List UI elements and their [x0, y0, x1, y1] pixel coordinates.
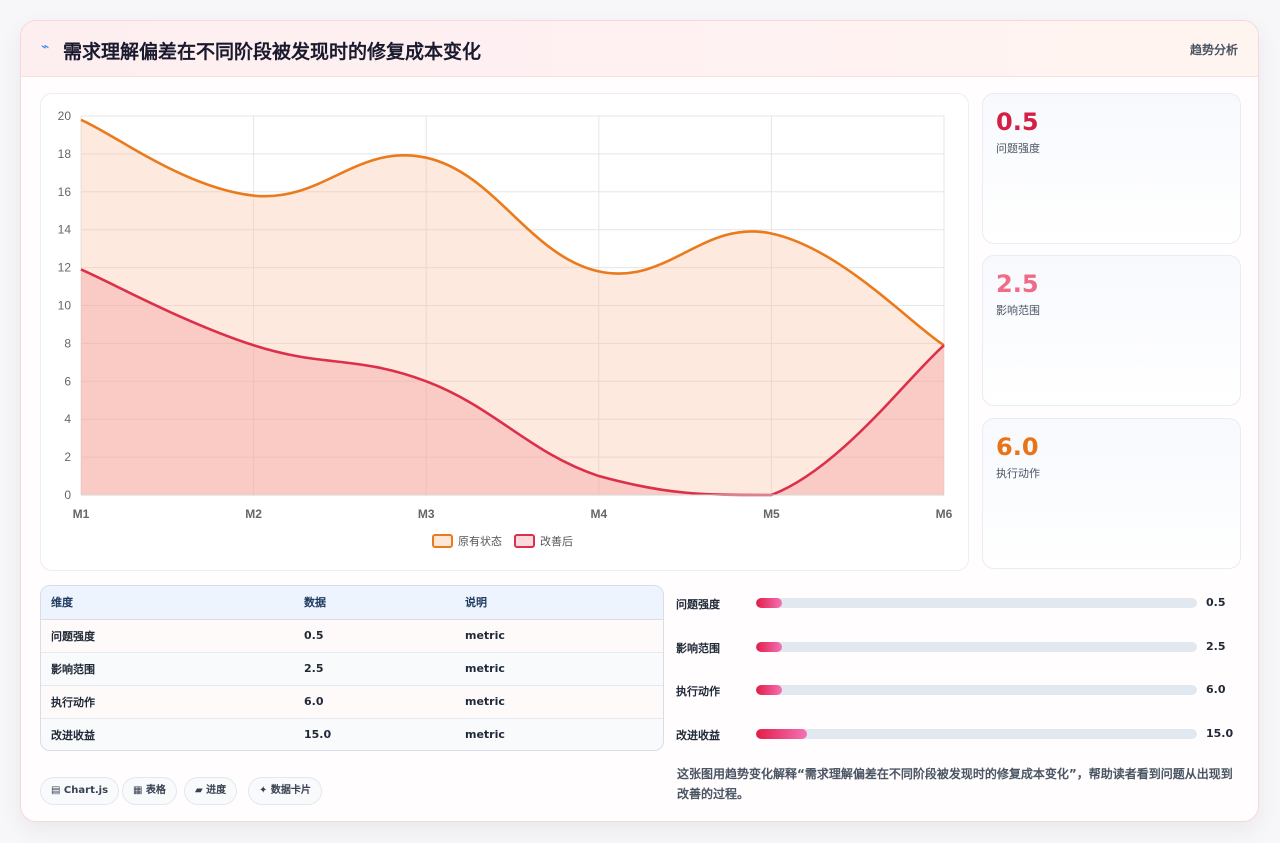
stat-card-scope: 2.5 影响范围: [982, 255, 1241, 406]
chip-data-card[interactable]: ✦ 数据卡片: [248, 777, 322, 805]
table-cell: 执行动作: [41, 685, 294, 719]
area-chart: 0 2 4 6 8 10 12 14 16 18 20 M1 M2 M3 M4 M5 M6 原有状态 改善后: [58, 109, 953, 548]
x-tick-label: M1: [73, 507, 90, 521]
progress-list: 问题强度 0.5 影响范围 2.5 执行动作 6.0 改进收益 15.0: [676, 589, 1246, 759]
y-tick-label: 2: [64, 450, 71, 464]
table-cell: 影响范围: [41, 652, 294, 686]
table-cell: 问题强度: [41, 619, 294, 653]
category-tag: 趋势分析: [1189, 43, 1238, 57]
table-cell: 改进收益: [41, 718, 294, 750]
progress-fill: [756, 598, 783, 608]
stat-card-action: 6.0 执行动作: [982, 418, 1241, 569]
progress-value: 15.0: [1206, 727, 1234, 740]
y-tick-label: 18: [58, 147, 72, 161]
progress-row: 影响范围 2.5: [676, 637, 1246, 657]
x-tick-label: M6: [936, 507, 953, 521]
table-row: 改进收益 15.0 metric: [41, 718, 663, 750]
progress-fill: [756, 729, 807, 739]
legend-label: 原有状态: [458, 534, 502, 548]
column-header: 数据: [294, 586, 455, 620]
progress-label: 问题强度: [676, 598, 720, 611]
chip-chartjs[interactable]: ▤ Chart.js: [40, 777, 120, 805]
x-tick-label: M5: [763, 507, 780, 521]
table-row: 问题强度 0.5 metric: [41, 619, 663, 653]
column-header: 说明: [455, 586, 663, 620]
y-tick-label: 20: [58, 109, 72, 123]
data-table: 维度 数据 说明 问题强度 0.5 metric 影响范围 2.5 metric…: [40, 585, 664, 751]
y-tick-label: 12: [58, 261, 72, 275]
y-tick-label: 10: [58, 299, 72, 313]
stat-value: 6.0: [996, 433, 1039, 461]
y-tick-label: 8: [64, 336, 71, 350]
x-tick-label: M2: [245, 507, 262, 521]
y-tick-label: 14: [58, 223, 72, 237]
stat-value: 0.5: [996, 108, 1039, 136]
table-header-row: 维度 数据 说明: [41, 586, 663, 620]
progress-track: [756, 685, 1197, 695]
progress-value: 0.5: [1206, 596, 1226, 609]
table-cell: 15.0: [294, 718, 455, 750]
progress-value: 6.0: [1206, 683, 1226, 696]
page-title: 需求理解偏差在不同阶段被发现时的修复成本变化: [63, 41, 482, 63]
progress-fill: [756, 642, 783, 652]
stat-value: 2.5: [996, 270, 1039, 298]
table-cell: metric: [455, 652, 663, 686]
chip-progress[interactable]: ▰ 进度: [184, 777, 238, 805]
progress-track: [756, 598, 1197, 608]
legend-swatch: [432, 534, 453, 548]
column-header: 维度: [41, 586, 294, 620]
legend-swatch: [514, 534, 535, 548]
progress-row: 执行动作 6.0: [676, 680, 1246, 700]
progress-row: 改进收益 15.0: [676, 724, 1246, 744]
lightning-icon: ⌁: [41, 39, 50, 55]
chart-panel: 0 2 4 6 8 10 12 14 16 18 20 M1 M2 M3 M4 M5 M6 原有状态 改善后: [40, 93, 969, 571]
report-card: ⌁ 需求理解偏差在不同阶段被发现时的修复成本变化 趋势分析 0 2 4 6 8 10 12 1…: [20, 20, 1259, 822]
stat-card-intensity: 0.5 问题强度: [982, 93, 1241, 244]
y-tick-label: 16: [58, 185, 72, 199]
table-cell: metric: [455, 685, 663, 719]
table-cell: 2.5: [294, 652, 455, 686]
progress-row: 问题强度 0.5: [676, 593, 1246, 613]
progress-track: [756, 642, 1197, 652]
table-cell: metric: [455, 619, 663, 653]
progress-fill: [756, 685, 783, 695]
card-header: ⌁ 需求理解偏差在不同阶段被发现时的修复成本变化 趋势分析: [21, 21, 1258, 77]
stat-label: 影响范围: [996, 304, 1040, 317]
x-tick-label: M3: [418, 507, 435, 521]
y-tick-label: 0: [64, 488, 71, 502]
y-tick-label: 6: [64, 374, 71, 388]
stat-label: 执行动作: [996, 467, 1040, 480]
progress-track: [756, 729, 1197, 739]
legend-label: 改善后: [540, 534, 573, 548]
table-cell: 0.5: [294, 619, 455, 653]
table-cell: metric: [455, 718, 663, 750]
stat-label: 问题强度: [996, 142, 1040, 155]
table-row: 影响范围 2.5 metric: [41, 652, 663, 686]
x-tick-label: M4: [590, 507, 607, 521]
progress-label: 执行动作: [676, 685, 720, 698]
progress-label: 改进收益: [676, 729, 720, 742]
chart-description: 这张图用趋势变化解释“需求理解偏差在不同阶段被发现时的修复成本变化”，帮助读者看…: [677, 767, 1233, 801]
chip-table[interactable]: ▦ 表格: [122, 777, 177, 805]
progress-label: 影响范围: [676, 642, 720, 655]
table-cell: 6.0: [294, 685, 455, 719]
progress-value: 2.5: [1206, 640, 1226, 653]
y-tick-label: 4: [64, 412, 71, 426]
table-row: 执行动作 6.0 metric: [41, 685, 663, 719]
